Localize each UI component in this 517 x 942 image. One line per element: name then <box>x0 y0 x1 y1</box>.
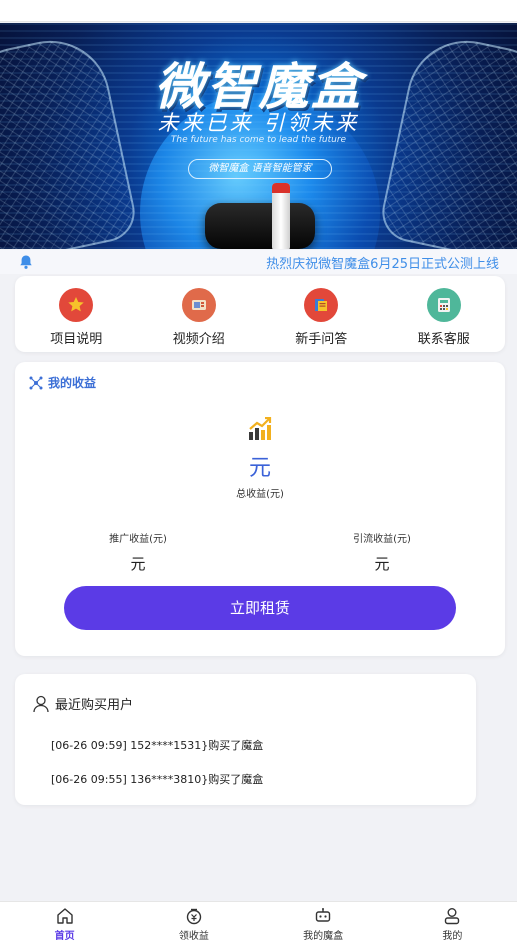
quick-link-contact-service[interactable]: 联系客服 <box>383 276 506 352</box>
list-item: [06-26 09:59] 152****1531}购买了魔盒 <box>51 739 264 752</box>
robot-icon <box>315 908 331 922</box>
notice-bar[interactable]: 热烈庆祝微智魔盒6月25日正式公测上线 <box>0 250 517 274</box>
money-bag-icon <box>186 908 202 925</box>
list-item: [06-26 09:55] 136****3810}购买了魔盒 <box>51 773 264 786</box>
total-earnings-label: 总收益(元) <box>236 489 284 500</box>
bell-icon <box>20 255 32 269</box>
status-bar <box>0 0 517 22</box>
tab-label: 领收益 <box>178 931 209 942</box>
tab-profile[interactable]: 我的 <box>388 902 517 942</box>
tab-home[interactable]: 首页 <box>0 902 129 942</box>
banner-pill: 微智魔盒 语音智能管家 <box>188 159 332 179</box>
earnings-title: 我的收益 <box>48 376 97 390</box>
notice-text: 热烈庆祝微智魔盒6月25日正式公测上线 <box>266 257 499 272</box>
star-icon <box>59 288 94 322</box>
tv-stick-graphic <box>272 183 290 249</box>
quick-links-card: 项目说明 视频介绍 新手问答 联系客服 <box>15 276 505 352</box>
hero-banner[interactable]: 微智魔盒 未来已来 引领未来 The future has come to le… <box>0 23 517 249</box>
banner-subtitle: 未来已来 引领未来 <box>157 111 360 135</box>
traffic-earnings: 引流收益(元) 元 <box>307 530 457 574</box>
tab-earnings[interactable]: 领收益 <box>129 902 258 942</box>
recent-buyers-title: 最近购买用户 <box>55 698 134 713</box>
tab-label: 我的 <box>442 931 463 942</box>
quick-link-project-info[interactable]: 项目说明 <box>15 276 138 352</box>
quick-link-label: 视频介绍 <box>172 332 225 347</box>
calculator-icon <box>426 288 461 322</box>
tab-label: 我的魔盒 <box>303 931 344 942</box>
recent-buyers-header: 最近购买用户 <box>33 694 133 713</box>
tab-my-box[interactable]: 我的魔盒 <box>259 902 388 942</box>
quick-link-label: 新手问答 <box>295 332 348 347</box>
traffic-earnings-value: 元 <box>374 555 390 573</box>
tab-label: 首页 <box>54 931 75 942</box>
user-outline-icon <box>33 695 49 712</box>
home-icon <box>56 908 73 924</box>
video-icon <box>181 288 216 322</box>
promo-earnings-label: 推广收益(元) <box>109 534 167 545</box>
promo-earnings: 推广收益(元) 元 <box>63 530 213 574</box>
quick-link-label: 联系客服 <box>417 332 470 347</box>
earnings-card: 我的收益 元 总收益(元) 推广收益(元) 元 引流收益(元) 元 立即租赁 <box>15 362 505 656</box>
quick-link-label: 项目说明 <box>50 332 103 347</box>
earnings-header: 我的收益 <box>29 374 96 391</box>
promo-earnings-value: 元 <box>130 555 146 573</box>
quick-link-video-intro[interactable]: 视频介绍 <box>138 276 261 352</box>
rent-now-button[interactable]: 立即租赁 <box>64 586 456 630</box>
growth-chart-icon <box>249 417 272 440</box>
book-icon <box>304 288 339 322</box>
network-icon <box>29 376 43 389</box>
user-icon <box>445 908 460 925</box>
tv-box-graphic <box>205 203 315 249</box>
bottom-tab-bar: 首页 领收益 我的魔盒 我的 <box>0 901 517 942</box>
recent-buyers-card: 最近购买用户 [06-26 09:59] 152****1531}购买了魔盒 [… <box>15 674 476 805</box>
quick-link-faq[interactable]: 新手问答 <box>260 276 383 352</box>
total-earnings-value: 元 <box>248 456 271 481</box>
banner-tagline: The future has come to lead the future <box>170 135 347 145</box>
traffic-earnings-label: 引流收益(元) <box>353 534 411 545</box>
